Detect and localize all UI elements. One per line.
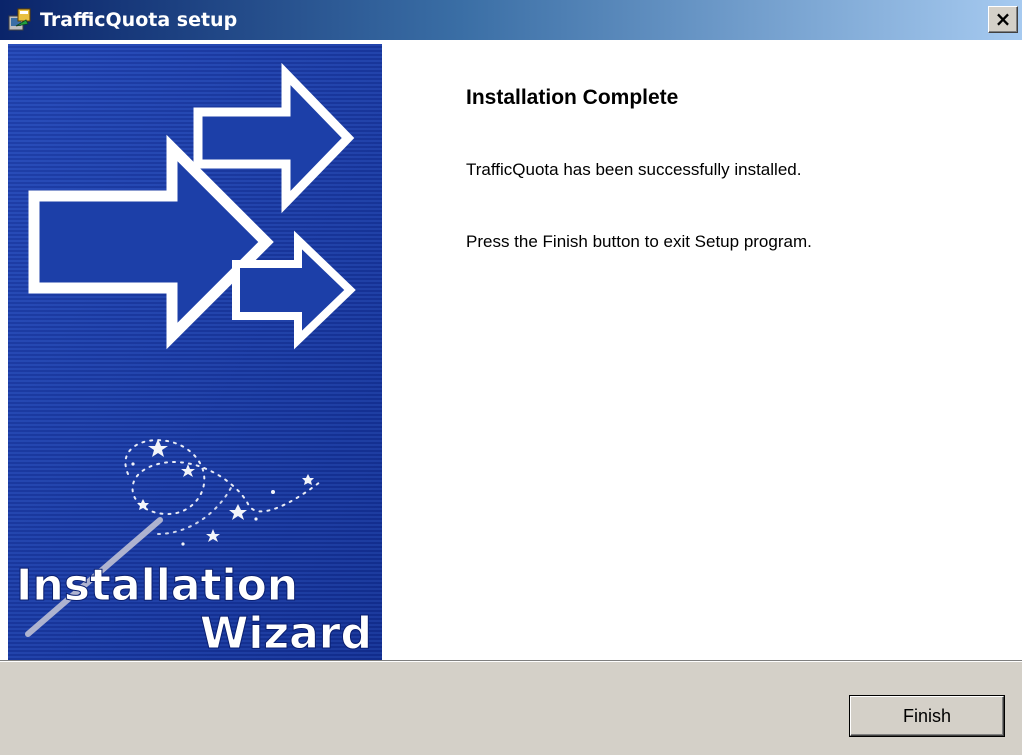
footer-divider: [0, 660, 1022, 662]
window-title: TrafficQuota setup: [40, 9, 238, 31]
page-title: Installation Complete: [466, 86, 679, 109]
content-area: Installation Wizard Installation Complet…: [0, 40, 1022, 660]
title-bar[interactable]: TrafficQuota setup ×: [0, 0, 1022, 40]
success-message: TrafficQuota has been successfully insta…: [466, 160, 802, 179]
finish-button[interactable]: Finish: [850, 696, 1004, 736]
setup-app-icon: [8, 8, 31, 31]
finish-instruction: Press the Finish button to exit Setup pr…: [466, 232, 812, 251]
wizard-wordmark-line2: Wizard: [200, 608, 372, 659]
wizard-banner: Installation Wizard: [8, 44, 382, 660]
wizard-wordmark-line1: Installation: [16, 560, 298, 611]
setup-window: TrafficQuota setup × Installation Wizard…: [0, 0, 1022, 755]
close-button[interactable]: ×: [988, 6, 1018, 33]
close-icon: ×: [994, 7, 1012, 31]
